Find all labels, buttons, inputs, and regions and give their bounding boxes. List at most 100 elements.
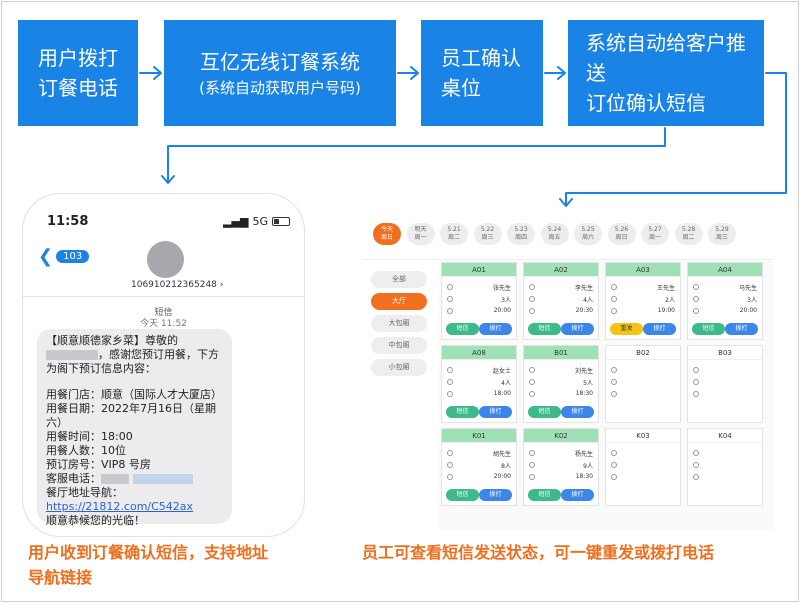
table-card[interactable]: A04 马先生 3人 20:00 短信 拨打 — [687, 262, 763, 340]
nav-link[interactable]: https://21812.com/C542ax — [46, 500, 193, 513]
guest-name: 赵女士 — [447, 366, 511, 376]
unread-badge: 103 — [56, 250, 90, 263]
sms-status-button[interactable]: 短信 — [446, 406, 479, 418]
call-button[interactable]: 拨打 — [479, 323, 512, 335]
date-tab[interactable]: 5.22 周三 — [473, 223, 502, 245]
empty-name — [693, 449, 757, 459]
call-button[interactable]: 拨打 — [479, 406, 512, 418]
table-id: B02 — [606, 346, 680, 360]
sms-date: 用餐日期：2022年7月16日（星期六） — [46, 402, 216, 429]
group-icon — [447, 462, 453, 468]
table-card[interactable]: A08 赵女士 4人 18:00 短信 拨打 — [441, 345, 517, 423]
clock-icon — [529, 308, 535, 314]
table-card[interactable]: B01 刘先生 5人 18:30 短信 拨打 — [523, 345, 599, 423]
guest-name: 胡先生 — [447, 449, 511, 459]
table-id: A04 — [688, 263, 762, 277]
person-icon — [693, 367, 699, 373]
sender-number[interactable]: 106910212365248 › — [131, 280, 223, 290]
call-button[interactable]: 拨打 — [643, 323, 676, 335]
date-selector: 今天 周日 明天 周一 5.21 周二 5.22 周三 5.23 周四 5.24 周五 5.25 周六 5.… — [363, 210, 773, 260]
table-card[interactable]: A02 李先生 4人 20:30 短信 拨打 — [523, 262, 599, 340]
date-tab[interactable]: 5.25 周六 — [574, 223, 602, 245]
sms-service: 客服电话： — [46, 472, 223, 486]
clock-icon — [447, 474, 453, 480]
hall-filter[interactable]: 全部 — [371, 271, 427, 288]
clock-icon — [529, 391, 535, 397]
group-icon — [611, 379, 617, 385]
hall-filter[interactable]: 大包厢 — [371, 315, 427, 332]
sms-bubble: 【顺意顺德家乡菜】尊敬的，感谢您预订用餐，下方为阁下预订信息内容： 用餐门店：顺… — [37, 329, 232, 527]
date-tab[interactable]: 5.28 周二 — [674, 223, 703, 245]
reserve-time: 20:00 — [447, 473, 511, 483]
table-card[interactable]: K02 杨先生 9人 18:30 短信 拨打 — [523, 428, 599, 506]
hall-filter[interactable]: 中包厢 — [371, 337, 427, 354]
person-icon — [693, 450, 699, 456]
person-icon — [611, 284, 617, 290]
table-id: K01 — [442, 429, 516, 443]
resend-sms-button[interactable]: 重发 — [610, 323, 643, 335]
table-card[interactable]: B03 — [687, 345, 763, 423]
group-icon — [447, 296, 453, 302]
person-icon — [611, 367, 617, 373]
table-id: B03 — [688, 346, 762, 360]
contact-avatar — [147, 241, 184, 278]
hall-filter[interactable]: 大厅 — [371, 293, 427, 310]
date-tab[interactable]: 5.24 周五 — [540, 223, 569, 245]
table-card[interactable]: A03 王先生 2人 19:00 重发 拨打 — [605, 262, 681, 340]
date-tab[interactable]: 5.21 周二 — [440, 223, 468, 245]
guest-count: 5人 — [529, 378, 593, 388]
date-tab[interactable]: 5.23 周四 — [507, 223, 535, 245]
header-divider — [23, 296, 304, 297]
guest-count: 9人 — [529, 461, 593, 471]
date-tab[interactable]: 5.29 周三 — [708, 223, 736, 245]
sms-timestamp: 今天 11:52 — [140, 319, 187, 329]
guest-count: 4人 — [529, 295, 593, 305]
clock-icon — [693, 308, 699, 314]
date-tab[interactable]: 今天 周日 — [373, 223, 401, 245]
guest-name: 马先生 — [693, 283, 757, 293]
reserve-time: 20:00 — [447, 307, 511, 317]
guest-name: 杨先生 — [529, 449, 593, 459]
call-button[interactable]: 拨打 — [561, 489, 594, 501]
empty-time — [611, 390, 675, 400]
back-button[interactable]: ❮ 103 — [38, 246, 90, 267]
sms-store: 用餐门店：顺意（国际人才大厦店） — [46, 388, 222, 401]
arrow-2-3 — [397, 66, 419, 80]
hall-filter[interactable]: 小包厢 — [371, 359, 427, 376]
masked-name — [46, 350, 98, 360]
date-tab[interactable]: 5.26 周日 — [607, 223, 636, 245]
sms-status-button[interactable]: 短信 — [528, 323, 561, 335]
table-card[interactable]: K01 胡先生 8人 20:00 短信 拨打 — [441, 428, 517, 506]
clock-icon — [447, 308, 453, 314]
call-button[interactable]: 拨打 — [725, 323, 758, 335]
empty-count — [693, 461, 757, 471]
clock-icon — [611, 308, 617, 314]
group-icon — [611, 462, 617, 468]
table-card[interactable]: B02 — [605, 345, 681, 423]
group-icon — [447, 379, 453, 385]
sms-status-button[interactable]: 短信 — [528, 406, 561, 418]
sms-status-button[interactable]: 短信 — [446, 323, 479, 335]
caption-left: 用户收到订餐确认短信，支持地址 导航链接 — [28, 540, 268, 590]
table-card[interactable]: K04 — [687, 428, 763, 506]
person-icon — [611, 450, 617, 456]
guest-name: 刘先生 — [529, 366, 593, 376]
sms-status-button[interactable]: 短信 — [528, 489, 561, 501]
date-tab[interactable]: 明天 周一 — [406, 223, 435, 245]
empty-name — [611, 366, 675, 376]
clock-icon — [529, 474, 535, 480]
reserve-time: 18:00 — [447, 390, 511, 400]
call-button[interactable]: 拨打 — [479, 489, 512, 501]
sms-status-button[interactable]: 短信 — [446, 489, 479, 501]
date-tab[interactable]: 5.27 周一 — [641, 223, 669, 245]
person-icon — [529, 284, 535, 290]
table-card[interactable]: K03 — [605, 428, 681, 506]
call-button[interactable]: 拨打 — [561, 323, 594, 335]
caption-right: 员工可查看短信发送状态，可一键重发或拨打电话 — [362, 543, 715, 562]
table-card[interactable]: A01 张先生 3人 20:00 短信 拨打 — [441, 262, 517, 340]
empty-count — [693, 378, 757, 388]
call-button[interactable]: 拨打 — [561, 406, 594, 418]
sms-status-button[interactable]: 短信 — [692, 323, 725, 335]
person-icon — [693, 284, 699, 290]
sms-closing: 顺意恭候您的光临！ — [46, 514, 145, 527]
